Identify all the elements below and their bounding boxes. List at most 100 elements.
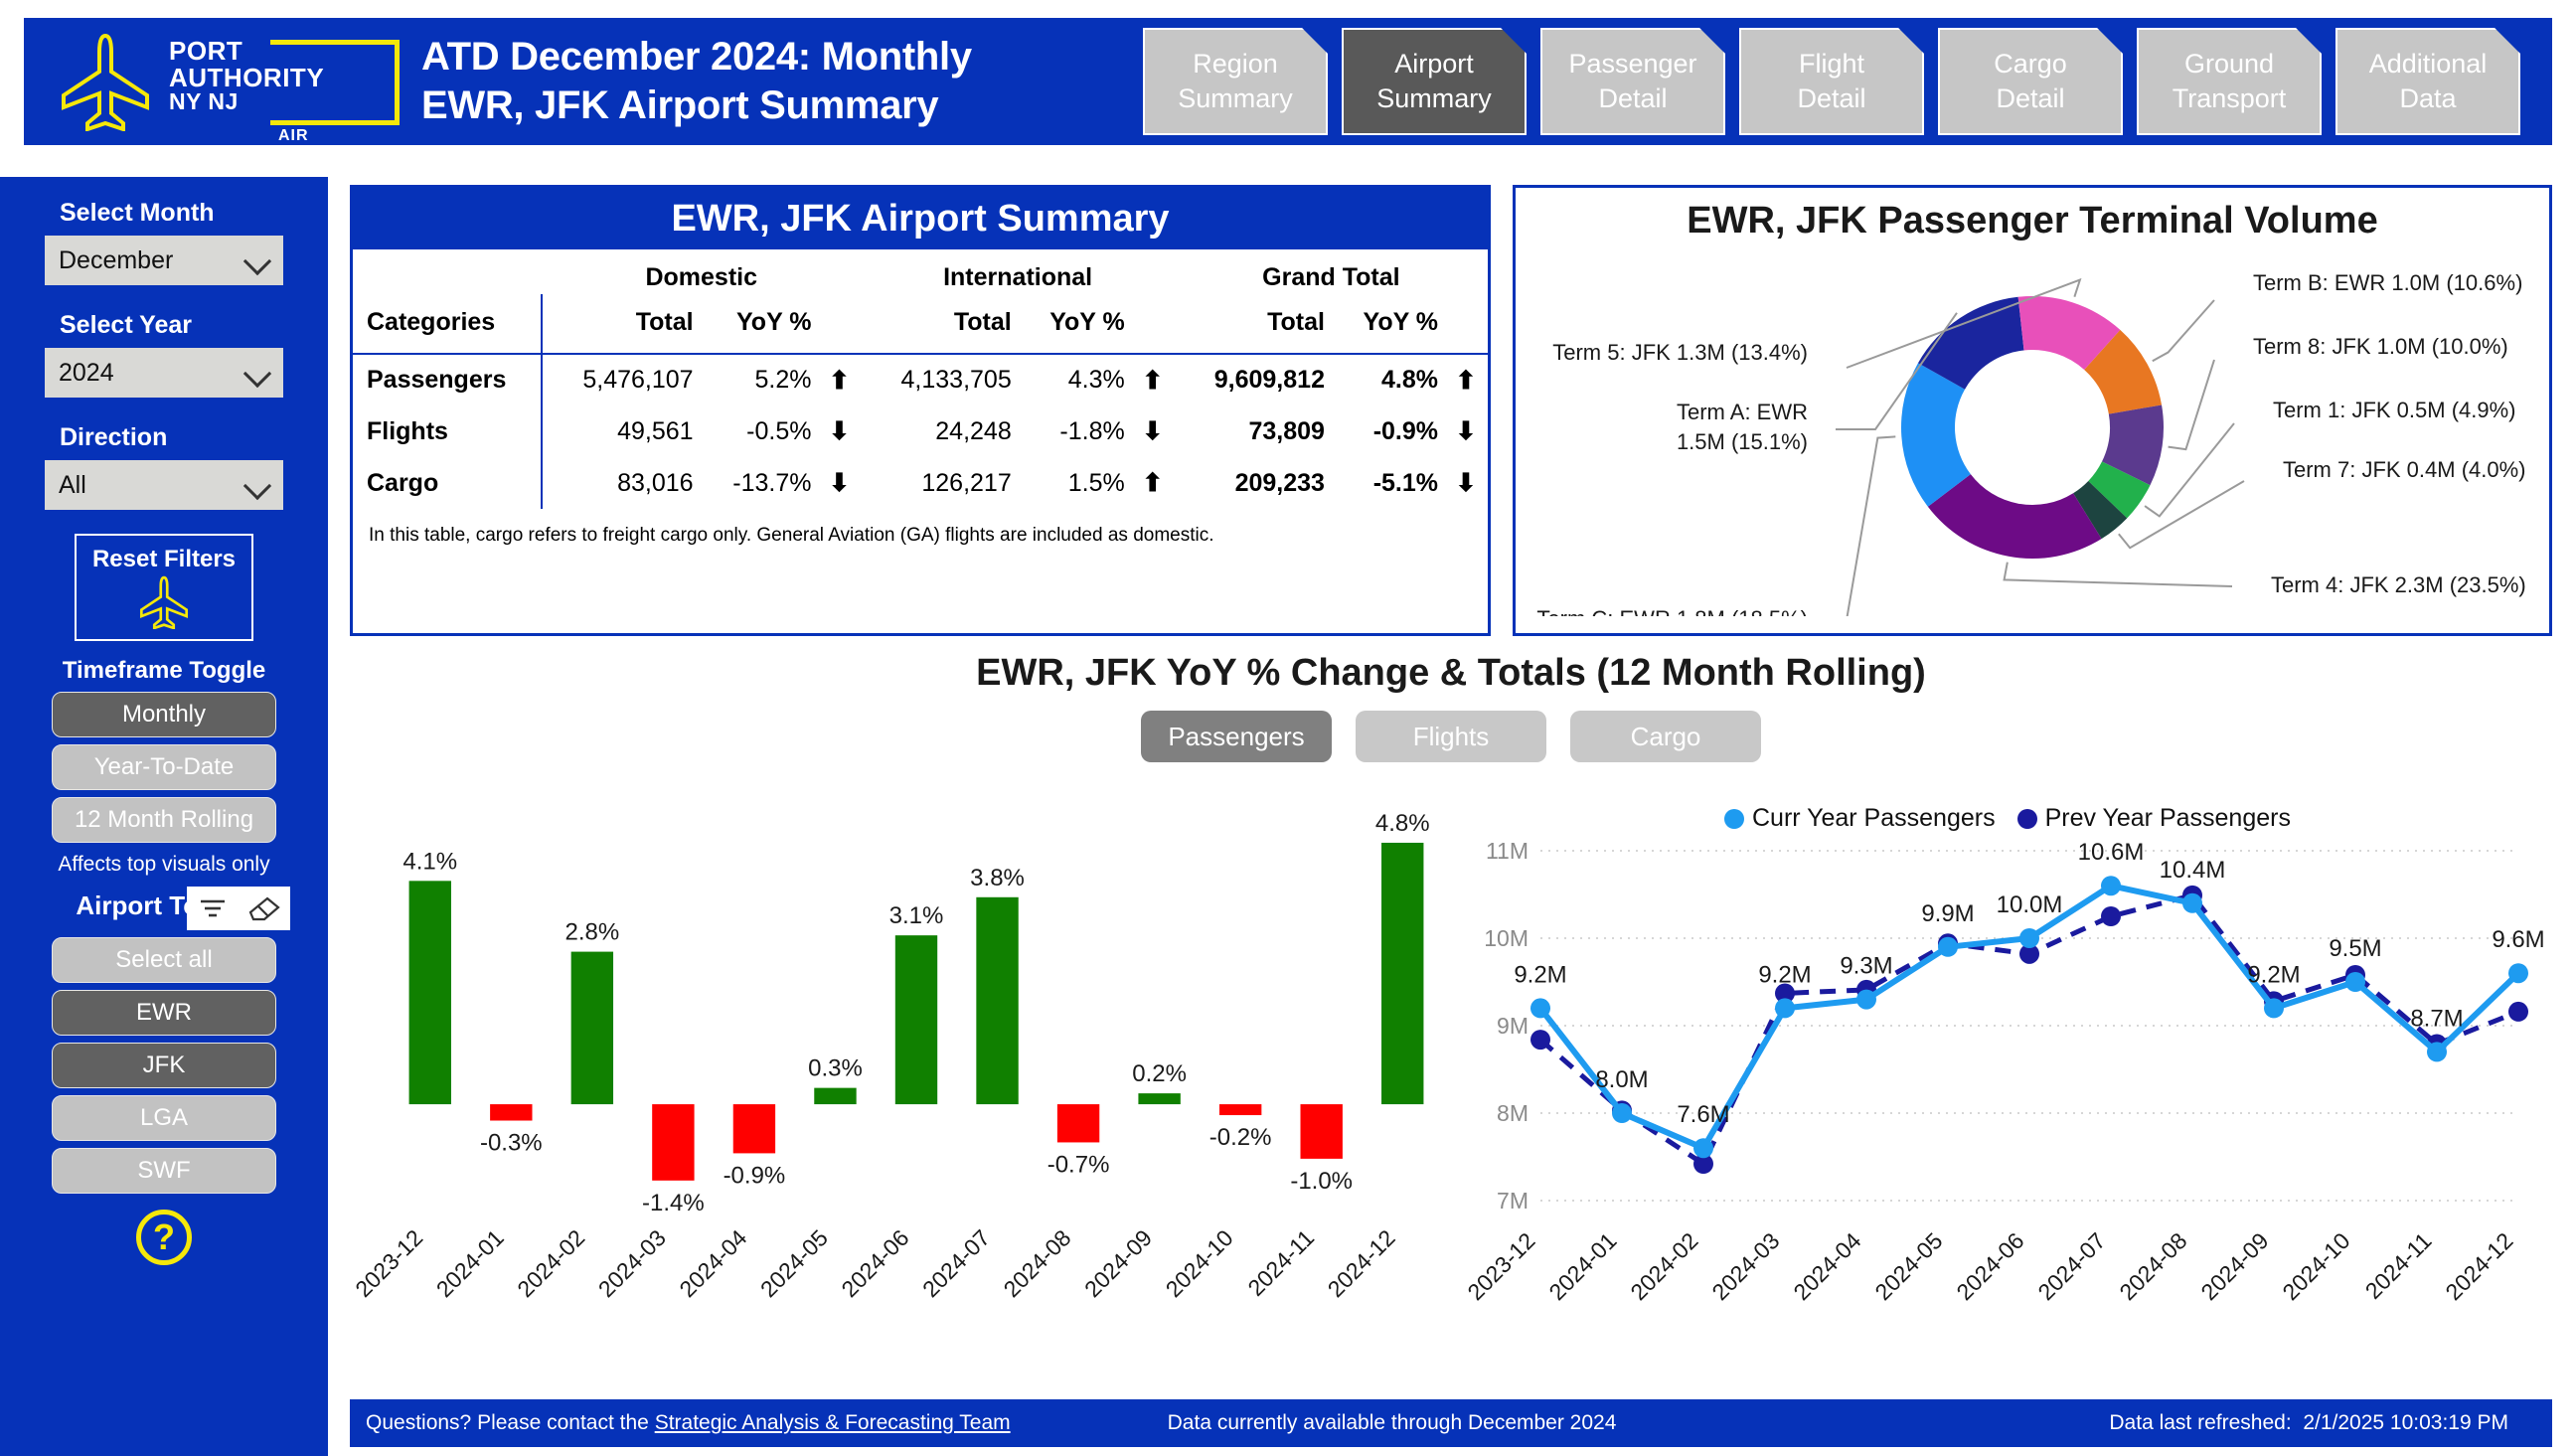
nav-tab-line-2: Summary [1376,83,1492,113]
line-data-point[interactable] [1938,936,1958,957]
line-data-point[interactable] [1693,1138,1713,1159]
legend-swatch-curr-year [1724,808,1744,829]
donut-slice-label: Term 1: JFK 0.5M (4.9%) [2273,398,2516,422]
line-x-axis-label: 2024-06 [1951,1227,2028,1305]
bar[interactable] [408,881,451,1105]
month-dropdown[interactable]: December [45,236,283,285]
nav-tab-passenger-detail[interactable]: Passenger Detail [1540,28,1725,135]
bar-x-axis-label: 2024-01 [431,1224,509,1302]
terminal-volume-donut-chart[interactable]: Term B: EWR 1.0M (10.6%) Term 8: JFK 1.0M… [1516,243,2549,616]
col-grand-yoy: YoY % [1363,308,1439,336]
filter-sidebar: Select Month December Select Year 2024 D… [0,177,328,1456]
line-data-point[interactable] [1530,1030,1550,1051]
bar[interactable] [1381,842,1424,1105]
grand-total: 73,809 [1248,416,1325,445]
dom-total: 49,561 [541,405,706,457]
bar[interactable] [490,1104,533,1121]
bar[interactable] [570,951,614,1105]
bar[interactable] [814,1087,857,1105]
airport-option-ewr[interactable]: EWR [52,990,276,1036]
line-y-axis-tick: 9M [1497,1013,1529,1039]
timeframe-option-year-to-date[interactable]: Year-To-Date [52,744,276,790]
nav-tab-region-summary[interactable]: Region Summary [1143,28,1328,135]
intl-trend-arrow: ⬇ [1142,417,1164,445]
terminal-volume-card: EWR, JFK Passenger Terminal Volume Term … [1513,185,2552,636]
bar-data-label: 0.3% [808,1055,863,1082]
timeframe-option-12-month-rolling[interactable]: 12 Month Rolling [52,797,276,843]
line-data-label: 9.2M [1514,961,1566,988]
bar[interactable] [1056,1104,1100,1143]
contact-link[interactable]: Strategic Analysis & Forecasting Team [655,1411,1011,1434]
yoy-change-bar-chart[interactable]: 4.1% 2023-12 -0.3% 2024-01 2.8% 2024-02 -1.4% 2… [350,792,1463,1349]
timeframe-option-monthly[interactable]: Monthly [52,692,276,737]
select-year-label: Select Year [60,311,192,339]
line-x-axis-label: 2024-11 [2360,1227,2437,1304]
top-navigation: Region Summary Airport Summary Passenger Deta… [1143,28,2520,135]
yoy-bar-chart-container: 4.1% 2023-12 -0.3% 2024-01 2.8% 2024-02 -1.4% 2… [350,792,1463,1378]
nav-tab-ground-transport[interactable]: Ground Transport [2137,28,2322,135]
passenger-totals-line-chart[interactable]: 7M 8M 9M 10M 11M 9.2M 8.0M 7.6M 9.2M 9.3M 9.9M 10.0… [1463,833,2552,1350]
bar[interactable] [732,1104,776,1154]
select-month-label: Select Month [60,199,215,227]
airport-option-jfk[interactable]: JFK [52,1043,276,1088]
bar[interactable] [894,935,938,1105]
filter-icon[interactable] [187,887,239,930]
measure-toggle-passengers[interactable]: Passengers [1141,711,1332,762]
line-data-point[interactable] [2264,998,2284,1019]
bar-data-label: -0.2% [1209,1124,1272,1151]
grand-trend-arrow: ⬆ [1444,353,1488,405]
nav-tab-line-1: Airport [1394,49,1474,80]
line-x-axis-label: 2024-02 [1625,1227,1702,1305]
direction-value: All [59,470,86,499]
help-button[interactable]: ? [136,1210,192,1265]
column-header-row: Categories Total YoY % Total YoY % Total… [353,294,1488,354]
line-data-point[interactable] [1775,998,1795,1019]
reset-filters-button[interactable]: Reset Filters [75,534,253,641]
line-data-point[interactable] [2345,972,2365,992]
line-data-point[interactable] [2019,928,2039,948]
airport-option-swf[interactable]: SWF [52,1148,276,1194]
legend-item-prev-year[interactable]: Prev Year Passengers [2016,804,2291,833]
intl-total: 4,133,705 [861,353,1024,405]
bar[interactable] [976,896,1019,1105]
clear-selection-eraser-icon[interactable] [239,887,290,930]
line-data-point[interactable] [2427,1042,2447,1062]
bar[interactable] [1138,1093,1181,1105]
line-data-point[interactable] [2101,876,2121,896]
summary-card-title: EWR, JFK Airport Summary [353,188,1488,249]
bar-x-axis-label: 2024-06 [836,1224,913,1302]
intl-yoy: 4.3% [1023,353,1131,405]
bar-x-axis-label: 2024-02 [512,1224,589,1302]
bar[interactable] [1218,1104,1262,1116]
line-data-point[interactable] [1856,989,1876,1010]
measure-toggle-cargo[interactable]: Cargo [1570,711,1761,762]
line-data-point[interactable] [1612,1103,1632,1123]
direction-dropdown[interactable]: All [45,460,283,510]
bar-x-axis-label: 2023-12 [350,1224,427,1302]
line-data-point[interactable] [2508,1001,2528,1022]
nav-tab-additional-data[interactable]: Additional Data [2335,28,2520,135]
nav-tab-airport-summary[interactable]: Airport Summary [1342,28,1527,135]
nav-tab-flight-detail[interactable]: Flight Detail [1739,28,1924,135]
measure-toggle-flights[interactable]: Flights [1356,711,1546,762]
nav-tab-cargo-detail[interactable]: Cargo Detail [1938,28,2123,135]
chevron-down-icon [242,359,272,389]
legend-item-curr-year[interactable]: Curr Year Passengers [1724,804,1996,833]
line-data-point[interactable] [2101,906,2121,926]
year-dropdown[interactable]: 2024 [45,348,283,398]
col-dom-total: Total [541,294,706,354]
col-dom-yoy: YoY % [735,308,812,336]
bar[interactable] [652,1104,695,1181]
line-chart-legend: Curr Year Passengers Prev Year Passenger… [1463,804,2552,833]
line-x-axis-label: 2024-01 [1543,1227,1621,1305]
line-data-point[interactable] [2508,963,2528,984]
donut-slice-label: Term 8: JFK 1.0M (10.0%) [2253,334,2508,359]
line-data-point[interactable] [1530,998,1550,1019]
airport-toggle-header: Airport Toggle [0,887,328,930]
dom-yoy: 5.2% [705,353,818,405]
bar[interactable] [1300,1104,1343,1159]
donut-slice-label: Term 7: JFK 0.4M (4.0%) [2283,457,2526,482]
airport-option-lga[interactable]: LGA [52,1095,276,1141]
line-data-point[interactable] [2182,892,2202,913]
airport-option-select-all[interactable]: Select all [52,937,276,983]
